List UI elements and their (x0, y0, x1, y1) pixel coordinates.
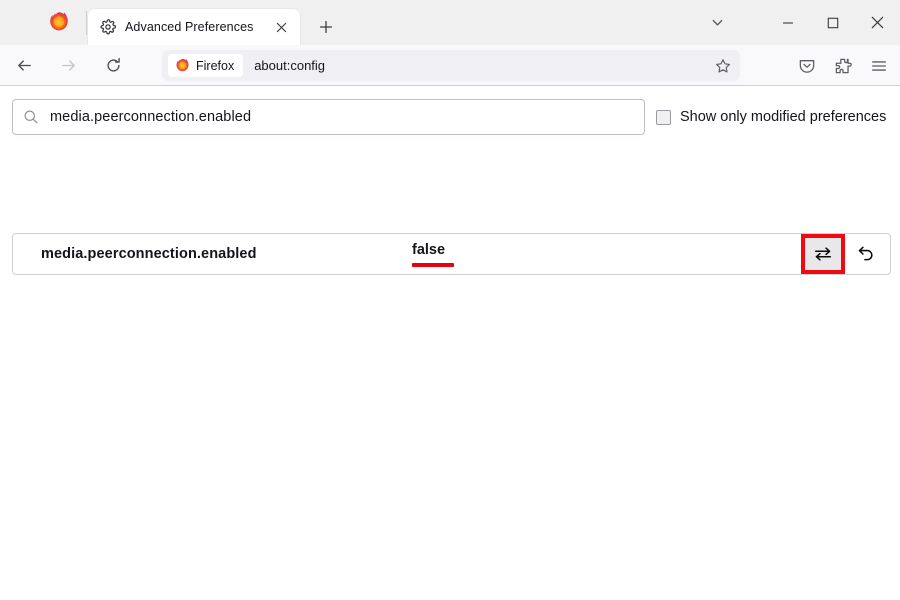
preference-value-wrap: false (412, 242, 454, 267)
tabs-area: Advanced Preferences (88, 0, 339, 45)
close-icon[interactable] (855, 0, 900, 45)
firefox-logo-icon (48, 11, 70, 33)
reset-undo-icon[interactable] (847, 237, 885, 271)
tab-title: Advanced Preferences (125, 20, 254, 34)
back-arrow-icon[interactable] (9, 50, 39, 80)
chevron-down-icon[interactable] (703, 9, 731, 37)
toolbar-actions (786, 45, 894, 86)
page-content: media.peerconnection.enabled Show only m… (0, 86, 900, 600)
search-icon (23, 109, 39, 125)
reload-icon[interactable] (98, 50, 128, 80)
forward-arrow-icon (53, 50, 83, 80)
maximize-icon[interactable] (810, 0, 855, 45)
close-icon[interactable] (272, 18, 290, 36)
search-input-value[interactable]: media.peerconnection.enabled (50, 109, 251, 125)
preference-actions (801, 234, 889, 274)
navigation-toolbar: Firefox about:config (0, 45, 900, 86)
pocket-icon[interactable] (792, 51, 822, 81)
identity-chip-label: Firefox (196, 58, 235, 73)
minimize-icon[interactable] (765, 0, 810, 45)
toggle-highlight-annotation (801, 234, 845, 274)
value-underline-annotation (412, 262, 454, 267)
show-modified-checkbox[interactable] (656, 109, 671, 125)
hamburger-menu-icon[interactable] (864, 51, 894, 81)
tab-separator (86, 11, 87, 35)
preference-value: false (412, 241, 446, 258)
window-controls (703, 0, 900, 45)
star-icon[interactable] (710, 53, 736, 79)
url-bar[interactable]: Firefox about:config (162, 50, 740, 81)
gear-icon (100, 19, 117, 35)
search-input[interactable]: media.peerconnection.enabled (12, 99, 645, 135)
extensions-puzzle-icon[interactable] (828, 51, 858, 81)
identity-chip[interactable]: Firefox (168, 54, 244, 77)
tab-advanced-preferences[interactable]: Advanced Preferences (88, 9, 300, 45)
new-tab-button[interactable] (313, 14, 339, 40)
tab-strip: Advanced Preferences (0, 0, 900, 45)
show-modified-checkbox-row[interactable]: Show only modified preferences (656, 109, 886, 125)
show-modified-label: Show only modified preferences (680, 109, 887, 125)
url-text[interactable]: about:config (254, 58, 710, 73)
toggle-arrows-icon[interactable] (805, 238, 841, 270)
firefox-logo-icon (175, 58, 190, 73)
preference-row[interactable]: media.peerconnection.enabled false (12, 233, 891, 275)
browser-window: Advanced Preferences Firefox about:confi… (0, 0, 900, 600)
preference-name: media.peerconnection.enabled (41, 246, 257, 262)
preferences-toolbar: media.peerconnection.enabled Show only m… (0, 99, 900, 135)
